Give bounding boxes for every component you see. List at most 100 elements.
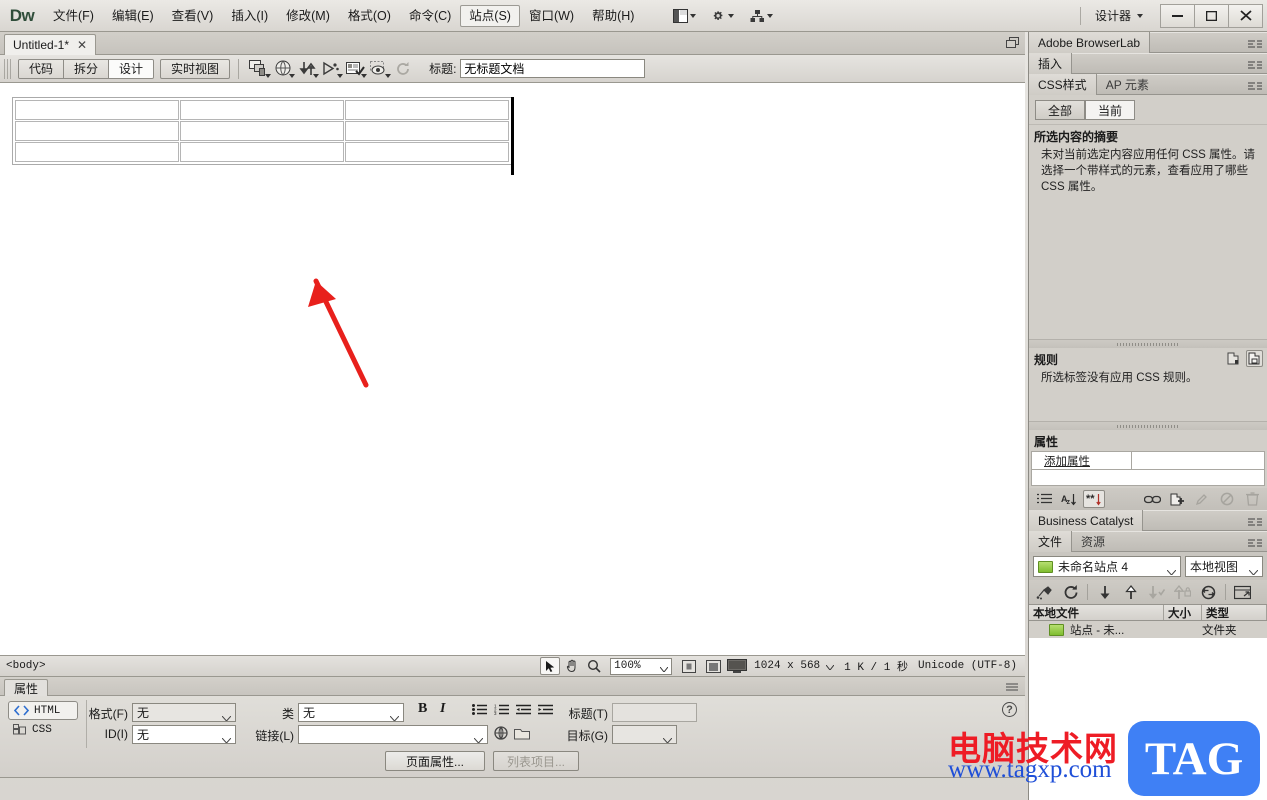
menu-item-view[interactable]: 查看(V) bbox=[163, 5, 223, 27]
menu-item-window[interactable]: 窗口(W) bbox=[520, 5, 583, 27]
business-catalyst-tab[interactable]: Business Catalyst bbox=[1029, 510, 1144, 531]
table-cell[interactable] bbox=[345, 100, 509, 120]
page-properties-button[interactable]: 页面属性... bbox=[385, 751, 485, 771]
tag-selector[interactable]: <body> bbox=[0, 660, 46, 672]
menu-item-modify[interactable]: 修改(M) bbox=[277, 5, 339, 27]
toolbar-gripper[interactable] bbox=[4, 58, 13, 79]
table-row[interactable] bbox=[15, 142, 509, 162]
property-value-cell[interactable] bbox=[1132, 452, 1264, 469]
set-properties-view-icon[interactable]: ** bbox=[1083, 490, 1105, 508]
table-cell[interactable] bbox=[180, 142, 344, 162]
link-title-input[interactable] bbox=[612, 703, 697, 722]
property-inspector-tab[interactable]: 属性 bbox=[4, 679, 49, 696]
dimensions-chevron-down-icon[interactable] bbox=[825, 659, 835, 673]
put-files-icon[interactable] bbox=[1118, 582, 1143, 602]
property-row[interactable]: 添加属性 bbox=[1031, 451, 1265, 470]
menu-item-edit[interactable]: 编辑(E) bbox=[103, 5, 163, 27]
document-tab-untitled-1[interactable]: Untitled-1* ✕ bbox=[4, 34, 97, 55]
column-local-files[interactable]: 本地文件 bbox=[1029, 605, 1164, 620]
design-view-canvas[interactable] bbox=[0, 83, 1025, 655]
site-select[interactable]: 未命名站点 4 bbox=[1033, 556, 1181, 577]
italic-button[interactable]: I bbox=[440, 701, 445, 717]
target-select[interactable] bbox=[612, 725, 677, 744]
category-view-icon[interactable] bbox=[1033, 490, 1055, 508]
table-cell[interactable] bbox=[15, 142, 179, 162]
table-row[interactable] bbox=[15, 121, 509, 141]
attach-stylesheet-icon[interactable] bbox=[1141, 490, 1163, 508]
minimize-button[interactable] bbox=[1160, 3, 1195, 28]
css-mode-button[interactable]: CSS bbox=[8, 720, 78, 739]
indent-icon[interactable] bbox=[538, 704, 553, 718]
view-select[interactable]: 本地视图 bbox=[1185, 556, 1263, 577]
expand-collapse-icon[interactable] bbox=[1230, 582, 1255, 602]
new-css-rule-icon[interactable] bbox=[1166, 490, 1188, 508]
layout-icon[interactable] bbox=[665, 8, 704, 23]
mobile-size-icon[interactable] bbox=[678, 657, 700, 675]
browserlab-tab[interactable]: Adobe BrowserLab bbox=[1029, 32, 1151, 53]
visual-aids-icon[interactable] bbox=[367, 58, 392, 80]
table-cell[interactable] bbox=[180, 121, 344, 141]
hand-tool-icon[interactable] bbox=[562, 657, 582, 675]
synchronize-icon[interactable] bbox=[1196, 582, 1221, 602]
help-icon[interactable]: ? bbox=[1002, 702, 1017, 717]
files-empty-area[interactable] bbox=[1029, 638, 1267, 800]
window-dimensions[interactable]: 1024 x 568 bbox=[750, 660, 824, 672]
menu-item-format[interactable]: 格式(O) bbox=[339, 5, 400, 27]
point-to-file-icon[interactable] bbox=[494, 726, 508, 743]
outdent-icon[interactable] bbox=[516, 704, 531, 718]
get-files-icon[interactable] bbox=[1092, 582, 1117, 602]
insert-tab[interactable]: 插入 bbox=[1029, 53, 1073, 74]
menu-item-site[interactable]: 站点(S) bbox=[460, 4, 520, 27]
property-empty-row[interactable] bbox=[1031, 470, 1265, 486]
files-list[interactable]: 站点 - 未... 文件夹 bbox=[1029, 621, 1267, 800]
file-name-cell[interactable]: 站点 - 未... bbox=[1029, 622, 1164, 638]
code-view-button[interactable]: 代码 bbox=[19, 59, 65, 78]
table-selection-handle[interactable] bbox=[511, 97, 514, 175]
panel-options-menu-icon[interactable] bbox=[1248, 516, 1262, 530]
zoom-tool-icon[interactable] bbox=[584, 657, 604, 675]
site-tree-icon[interactable] bbox=[742, 9, 781, 23]
tab-files[interactable]: 文件 bbox=[1029, 531, 1073, 552]
menu-item-file[interactable]: 文件(F) bbox=[44, 5, 103, 27]
show-info-icon[interactable] bbox=[1225, 350, 1242, 367]
tablet-size-icon[interactable] bbox=[702, 657, 724, 675]
browse-folder-icon[interactable] bbox=[514, 727, 530, 743]
close-button[interactable] bbox=[1228, 3, 1263, 28]
ordered-list-icon[interactable]: 123 bbox=[494, 704, 509, 718]
zoom-level-select[interactable]: 100% bbox=[610, 657, 673, 675]
maximize-button[interactable] bbox=[1194, 3, 1229, 28]
refresh-icon[interactable] bbox=[1058, 582, 1083, 602]
preview-browser-icon[interactable] bbox=[271, 58, 296, 80]
browserlab-panel-header[interactable]: Adobe BrowserLab bbox=[1029, 32, 1267, 53]
file-management-icon[interactable] bbox=[295, 58, 320, 80]
live-view-button[interactable]: 实时视图 bbox=[160, 58, 231, 79]
table-cell[interactable] bbox=[345, 142, 509, 162]
connect-remote-icon[interactable] bbox=[1032, 582, 1057, 602]
table-row[interactable] bbox=[15, 100, 509, 120]
column-type[interactable]: 类型 bbox=[1202, 605, 1267, 620]
page-title-input[interactable] bbox=[460, 59, 646, 78]
css-all-button[interactable]: 全部 bbox=[1035, 100, 1086, 120]
table-cell[interactable] bbox=[15, 121, 179, 141]
link-select[interactable] bbox=[298, 725, 488, 744]
check-page-icon[interactable] bbox=[343, 58, 368, 80]
close-icon[interactable]: ✕ bbox=[77, 38, 87, 52]
panel-options-menu-icon[interactable] bbox=[1248, 59, 1262, 73]
panel-options-menu-icon[interactable] bbox=[1248, 537, 1262, 551]
restore-document-icon[interactable] bbox=[1006, 37, 1019, 49]
table-cell[interactable] bbox=[180, 100, 344, 120]
css-properties-splitter[interactable] bbox=[1029, 421, 1267, 430]
workspace-chevron-down-icon[interactable] bbox=[1137, 13, 1143, 18]
design-view-button[interactable]: 设计 bbox=[109, 59, 154, 78]
menu-item-commands[interactable]: 命令(C) bbox=[400, 5, 460, 27]
table-cell[interactable] bbox=[345, 121, 509, 141]
panel-options-menu-icon[interactable] bbox=[1248, 80, 1262, 94]
menu-item-help[interactable]: 帮助(H) bbox=[583, 5, 643, 27]
column-size[interactable]: 大小 bbox=[1164, 605, 1202, 620]
w3c-validation-icon[interactable] bbox=[319, 58, 344, 80]
insert-panel-header[interactable]: 插入 bbox=[1029, 53, 1267, 74]
desktop-size-icon[interactable] bbox=[726, 657, 748, 675]
html-mode-button[interactable]: HTML bbox=[8, 701, 78, 720]
css-current-button[interactable]: 当前 bbox=[1085, 100, 1136, 120]
list-view-icon[interactable]: Az bbox=[1058, 490, 1080, 508]
